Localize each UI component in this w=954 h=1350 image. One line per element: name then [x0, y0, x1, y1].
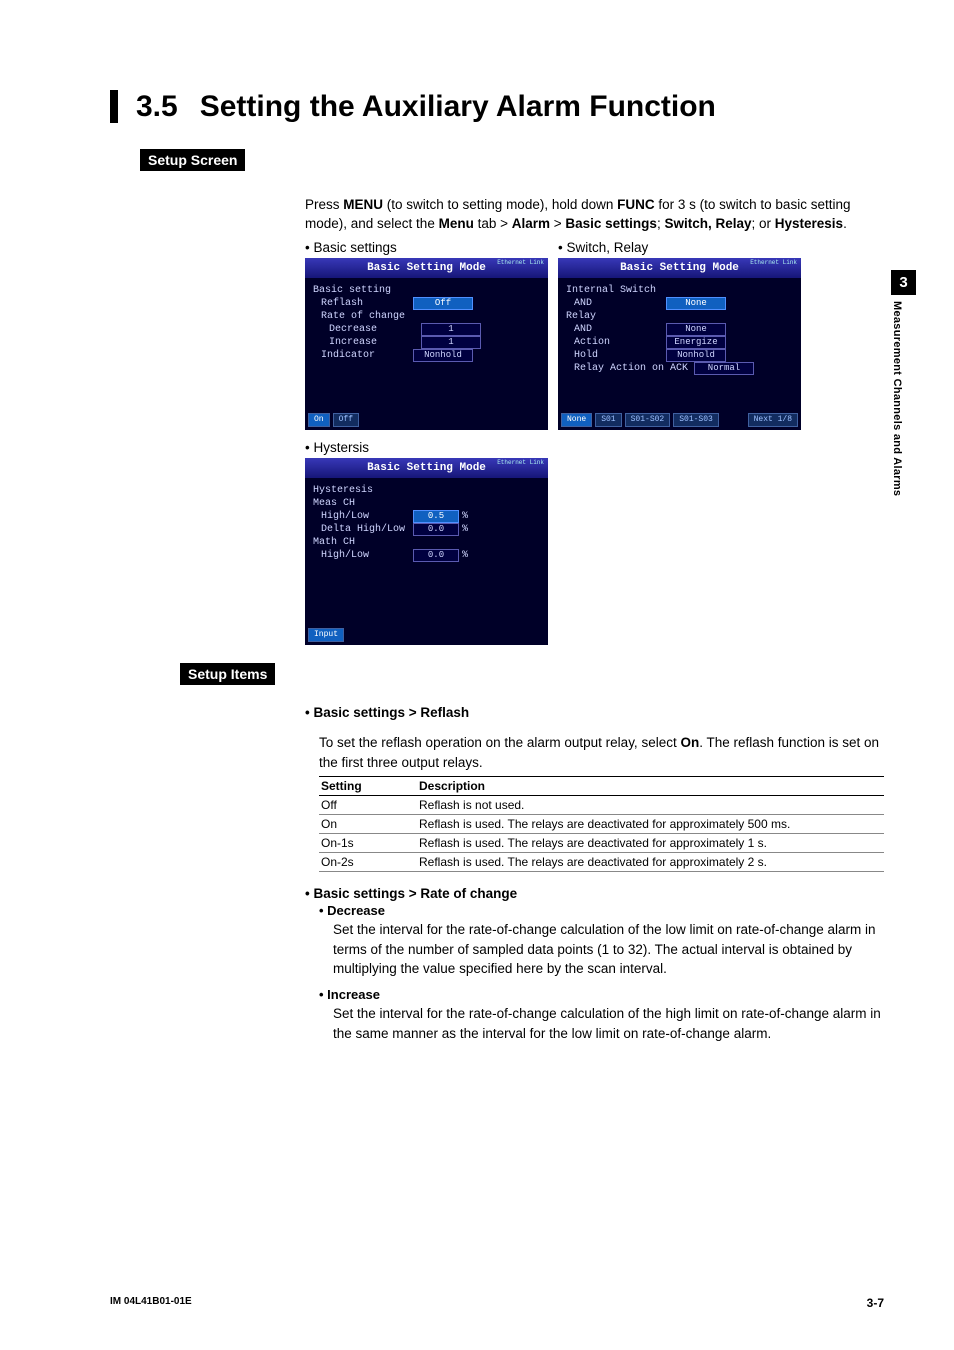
- field-label: Hold: [566, 349, 666, 362]
- field-label: Action: [566, 336, 666, 349]
- unit-label: %: [462, 510, 468, 523]
- field-label: High/Low: [313, 549, 413, 562]
- subgroup-heading: Meas CH: [313, 497, 540, 510]
- ethernet-link-icon: Ethernet Link: [497, 259, 544, 266]
- table-row: OffReflash is not used.: [319, 796, 884, 815]
- none-button[interactable]: None: [561, 413, 592, 427]
- screen-header: Basic Setting Mode Ethernet Link: [558, 258, 801, 278]
- switch-relay-screenshot: • Switch, Relay Basic Setting Mode Ether…: [558, 240, 801, 430]
- field-label: AND: [566, 297, 666, 310]
- page-title-row: 3.5 Setting the Auxiliary Alarm Function: [110, 90, 884, 123]
- field-label: High/Low: [313, 510, 413, 523]
- hysteresis-screenshot: • Hystersis Basic Setting Mode Ethernet …: [305, 440, 884, 645]
- ethernet-link-icon: Ethernet Link: [497, 459, 544, 466]
- increase-field[interactable]: 1: [421, 336, 481, 349]
- decrease-body: Set the interval for the rate-of-change …: [333, 920, 884, 979]
- table-header: Setting: [319, 777, 417, 796]
- table-row: On-1sReflash is used. The relays are dea…: [319, 834, 884, 853]
- setup-screen-label: Setup Screen: [140, 149, 245, 171]
- title-accent-bar: [110, 90, 118, 123]
- relay-ack-field[interactable]: Normal: [694, 362, 754, 375]
- chapter-side-title: Measurement Channels and Alarms: [891, 301, 903, 496]
- on-button[interactable]: On: [308, 413, 330, 427]
- group-heading: Relay: [566, 310, 793, 323]
- math-highlow-field[interactable]: 0.0: [413, 549, 459, 562]
- reflash-table: Setting Description OffReflash is not us…: [319, 776, 884, 872]
- screen-header: Basic Setting Mode Ethernet Link: [305, 258, 548, 278]
- s01-button[interactable]: S01: [595, 413, 621, 427]
- s01-s02-button[interactable]: S01-S02: [625, 413, 671, 427]
- chapter-number-badge: 3: [891, 270, 916, 295]
- off-button[interactable]: Off: [333, 413, 359, 427]
- unit-label: %: [462, 523, 468, 536]
- section-number: 3.5: [136, 90, 178, 123]
- input-button[interactable]: Input: [308, 628, 344, 642]
- reflash-body: To set the reflash operation on the alar…: [319, 733, 884, 772]
- chapter-side-tab: 3 Measurement Channels and Alarms: [891, 270, 919, 496]
- meas-highlow-field[interactable]: 0.5: [413, 510, 459, 523]
- doc-id: IM 04L41B01-01E: [110, 1296, 192, 1310]
- switch-caption: • Switch, Relay: [558, 240, 801, 255]
- relay-hold-field[interactable]: Nonhold: [666, 349, 726, 362]
- page-footer: IM 04L41B01-01E 3-7: [110, 1296, 884, 1310]
- field-label: Reflash: [313, 297, 413, 310]
- field-label: Indicator: [313, 349, 413, 362]
- table-row: On-2sReflash is used. The relays are dea…: [319, 853, 884, 872]
- basic-caption: • Basic settings: [305, 240, 548, 255]
- table-row: OnReflash is used. The relays are deacti…: [319, 815, 884, 834]
- group-heading: Basic setting: [313, 284, 540, 297]
- screen-header: Basic Setting Mode Ethernet Link: [305, 458, 548, 478]
- reflash-heading: Basic settings > Reflash: [305, 705, 884, 720]
- field-label: Relay Action on ACK: [566, 362, 694, 375]
- section-title: Setting the Auxiliary Alarm Function: [200, 90, 716, 123]
- field-label: Delta High/Low: [313, 523, 413, 536]
- decrease-field[interactable]: 1: [421, 323, 481, 336]
- reflash-field[interactable]: Off: [413, 297, 473, 310]
- unit-label: %: [462, 549, 468, 562]
- hyst-caption: • Hystersis: [305, 440, 884, 455]
- switch-and-field[interactable]: None: [666, 297, 726, 310]
- rate-of-change-heading: Basic settings > Rate of change: [305, 886, 884, 901]
- indicator-field[interactable]: Nonhold: [413, 349, 473, 362]
- setup-items-label: Setup Items: [180, 663, 275, 685]
- field-label: Rate of change: [313, 310, 413, 323]
- relay-action-field[interactable]: Energize: [666, 336, 726, 349]
- field-label: Increase: [313, 336, 421, 349]
- group-heading: Hysteresis: [313, 484, 540, 497]
- table-header: Description: [417, 777, 884, 796]
- increase-title: Increase: [319, 987, 884, 1002]
- relay-and-field[interactable]: None: [666, 323, 726, 336]
- ethernet-link-icon: Ethernet Link: [750, 259, 797, 266]
- page-number: 3-7: [867, 1296, 884, 1310]
- field-label: AND: [566, 323, 666, 336]
- basic-settings-screenshot: • Basic settings Basic Setting Mode Ethe…: [305, 240, 548, 430]
- field-label: Decrease: [313, 323, 421, 336]
- setup-screen-intro: Press MENU (to switch to setting mode), …: [305, 195, 884, 234]
- decrease-title: Decrease: [319, 903, 884, 918]
- subgroup-heading: Math CH: [313, 536, 540, 549]
- increase-body: Set the interval for the rate-of-change …: [333, 1004, 884, 1043]
- next-page-button[interactable]: Next 1/8: [748, 413, 798, 427]
- s01-s03-button[interactable]: S01-S03: [673, 413, 719, 427]
- group-heading: Internal Switch: [566, 284, 793, 297]
- meas-delta-field[interactable]: 0.0: [413, 523, 459, 536]
